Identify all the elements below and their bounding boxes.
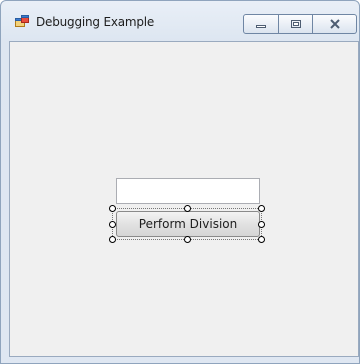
- resize-handle-middle-right[interactable]: [258, 221, 265, 228]
- close-icon: [329, 19, 340, 29]
- window-title: Debugging Example: [36, 15, 155, 29]
- maximize-icon: [290, 20, 301, 28]
- perform-division-button[interactable]: Perform Division: [116, 211, 260, 237]
- resize-handle-bottom-center[interactable]: [184, 236, 191, 243]
- title-bar[interactable]: Debugging Example: [1, 1, 359, 41]
- caption-buttons: [243, 14, 357, 34]
- maximize-button[interactable]: [279, 14, 313, 34]
- form-client-area[interactable]: Perform Division: [9, 41, 359, 357]
- close-button[interactable]: [313, 14, 357, 34]
- minimize-icon: [256, 25, 266, 28]
- designer-form-window: Debugging Example Perform Division: [0, 0, 360, 364]
- resize-handle-bottom-right[interactable]: [258, 236, 265, 243]
- resize-handle-top-right[interactable]: [258, 205, 265, 212]
- number-input[interactable]: [116, 178, 260, 204]
- resize-handle-top-left[interactable]: [109, 205, 116, 212]
- resize-handle-top-center[interactable]: [184, 205, 191, 212]
- form-icon: [15, 15, 29, 28]
- resize-handle-middle-left[interactable]: [109, 221, 116, 228]
- minimize-button[interactable]: [243, 14, 279, 34]
- resize-handle-bottom-left[interactable]: [109, 236, 116, 243]
